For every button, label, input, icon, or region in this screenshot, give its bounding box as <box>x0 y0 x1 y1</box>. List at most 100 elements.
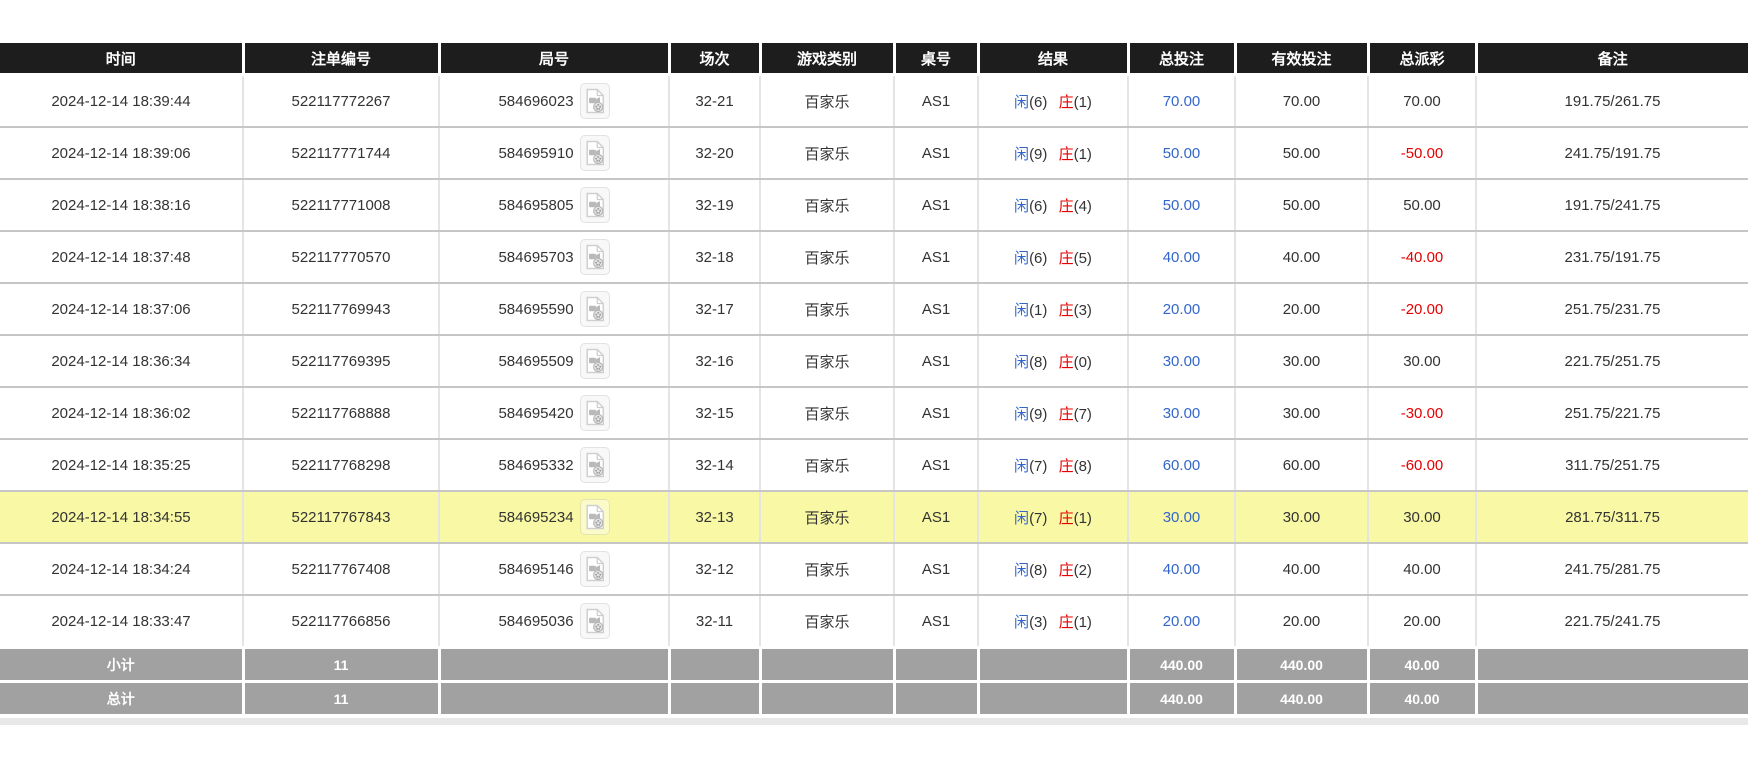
grand-total-payout: 40.00 <box>1368 682 1476 716</box>
table-row[interactable]: 2024-12-14 18:39:44 522117772267 5846960… <box>0 75 1748 128</box>
video-replay-button[interactable] <box>580 343 610 379</box>
grand-total-label: 总计 <box>0 682 243 716</box>
cell-table-no: AS1 <box>894 231 978 283</box>
video-replay-button[interactable] <box>580 395 610 431</box>
col-header-time: 时间 <box>0 43 243 75</box>
cell-round-no: 584696023 <box>439 75 669 128</box>
cell-bet-id: 522117767843 <box>243 491 439 543</box>
player-score: (1) <box>1029 302 1047 319</box>
round-number: 584695036 <box>498 613 573 630</box>
subtotal-payout: 40.00 <box>1368 648 1476 682</box>
cell-session: 32-14 <box>669 439 760 491</box>
cell-bet-id: 522117769395 <box>243 335 439 387</box>
cell-valid-bet: 30.00 <box>1235 491 1368 543</box>
empty-cell <box>669 648 760 682</box>
cell-table-no: AS1 <box>894 595 978 648</box>
table-row[interactable]: 2024-12-14 18:34:55 522117767843 5846952… <box>0 491 1748 543</box>
empty-cell <box>1476 648 1748 682</box>
cell-game-type: 百家乐 <box>760 75 894 128</box>
empty-cell <box>978 682 1128 716</box>
round-number: 584695146 <box>498 561 573 578</box>
video-replay-button[interactable] <box>580 499 610 535</box>
video-replay-button[interactable] <box>580 83 610 119</box>
cell-game-type: 百家乐 <box>760 491 894 543</box>
col-header-table-no: 桌号 <box>894 43 978 75</box>
video-replay-button[interactable] <box>580 551 610 587</box>
cell-payout: -50.00 <box>1368 127 1476 179</box>
table-row[interactable]: 2024-12-14 18:35:25 522117768298 5846953… <box>0 439 1748 491</box>
banker-label: 庄 <box>1059 510 1074 527</box>
subtotal-label: 小计 <box>0 648 243 682</box>
cell-round-no: 584695234 <box>439 491 669 543</box>
player-label: 闲 <box>1014 614 1029 631</box>
banker-score: (1) <box>1074 510 1092 527</box>
cell-session: 32-16 <box>669 335 760 387</box>
cell-remark: 311.75/251.75 <box>1476 439 1748 491</box>
table-summary: 小计 11 440.00 440.00 40.00 总计 11 <box>0 648 1748 716</box>
table-row[interactable]: 2024-12-14 18:38:16 522117771008 5846958… <box>0 179 1748 231</box>
cell-valid-bet: 30.00 <box>1235 335 1368 387</box>
cell-game-type: 百家乐 <box>760 127 894 179</box>
video-file-icon <box>584 296 606 322</box>
cell-round-no: 584695590 <box>439 283 669 335</box>
video-replay-button[interactable] <box>580 239 610 275</box>
cell-time: 2024-12-14 18:37:06 <box>0 283 243 335</box>
cell-round-no: 584695146 <box>439 543 669 595</box>
cell-valid-bet: 50.00 <box>1235 179 1368 231</box>
cell-game-type: 百家乐 <box>760 179 894 231</box>
cell-bet-id: 522117768298 <box>243 439 439 491</box>
cell-round-no: 584695420 <box>439 387 669 439</box>
banker-score: (8) <box>1074 458 1092 475</box>
player-label: 闲 <box>1014 562 1029 579</box>
cell-total-bet: 40.00 <box>1128 543 1235 595</box>
video-replay-button[interactable] <box>580 603 610 639</box>
banker-score: (2) <box>1074 562 1092 579</box>
cell-remark: 281.75/311.75 <box>1476 491 1748 543</box>
cell-payout: 50.00 <box>1368 179 1476 231</box>
cell-payout: 30.00 <box>1368 335 1476 387</box>
video-replay-button[interactable] <box>580 291 610 327</box>
cell-bet-id: 522117768888 <box>243 387 439 439</box>
round-number: 584696023 <box>498 93 573 110</box>
col-header-payout: 总派彩 <box>1368 43 1476 75</box>
cell-bet-id: 522117771744 <box>243 127 439 179</box>
video-replay-button[interactable] <box>580 187 610 223</box>
cell-remark: 221.75/241.75 <box>1476 595 1748 648</box>
table-row[interactable]: 2024-12-14 18:37:06 522117769943 5846955… <box>0 283 1748 335</box>
cell-valid-bet: 20.00 <box>1235 595 1368 648</box>
cell-game-type: 百家乐 <box>760 595 894 648</box>
cell-table-no: AS1 <box>894 75 978 128</box>
table-row[interactable]: 2024-12-14 18:37:48 522117770570 5846957… <box>0 231 1748 283</box>
cell-game-type: 百家乐 <box>760 387 894 439</box>
video-replay-button[interactable] <box>580 447 610 483</box>
cell-payout: -60.00 <box>1368 439 1476 491</box>
grand-total-count: 11 <box>243 682 439 716</box>
table-body: 2024-12-14 18:39:44 522117772267 5846960… <box>0 75 1748 648</box>
empty-cell <box>760 648 894 682</box>
cell-remark: 241.75/191.75 <box>1476 127 1748 179</box>
banker-label: 庄 <box>1059 458 1074 475</box>
banker-score: (4) <box>1074 198 1092 215</box>
col-header-session: 场次 <box>669 43 760 75</box>
cell-total-bet: 40.00 <box>1128 231 1235 283</box>
player-label: 闲 <box>1014 458 1029 475</box>
cell-session: 32-21 <box>669 75 760 128</box>
player-score: (6) <box>1029 250 1047 267</box>
cell-total-bet: 20.00 <box>1128 595 1235 648</box>
table-row[interactable]: 2024-12-14 18:33:47 522117766856 5846950… <box>0 595 1748 648</box>
table-row[interactable]: 2024-12-14 18:34:24 522117767408 5846951… <box>0 543 1748 595</box>
banker-label: 庄 <box>1059 94 1074 111</box>
table-row[interactable]: 2024-12-14 18:39:06 522117771744 5846959… <box>0 127 1748 179</box>
cell-total-bet: 50.00 <box>1128 127 1235 179</box>
cell-total-bet: 30.00 <box>1128 491 1235 543</box>
table-row[interactable]: 2024-12-14 18:36:34 522117769395 5846955… <box>0 335 1748 387</box>
cell-round-no: 584695509 <box>439 335 669 387</box>
banker-score: (3) <box>1074 302 1092 319</box>
cell-result: 闲(8) 庄(2) <box>978 543 1128 595</box>
cell-result: 闲(6) 庄(4) <box>978 179 1128 231</box>
round-number: 584695332 <box>498 457 573 474</box>
video-file-icon <box>584 556 606 582</box>
player-score: (9) <box>1029 406 1047 423</box>
video-replay-button[interactable] <box>580 135 610 171</box>
table-row[interactable]: 2024-12-14 18:36:02 522117768888 5846954… <box>0 387 1748 439</box>
